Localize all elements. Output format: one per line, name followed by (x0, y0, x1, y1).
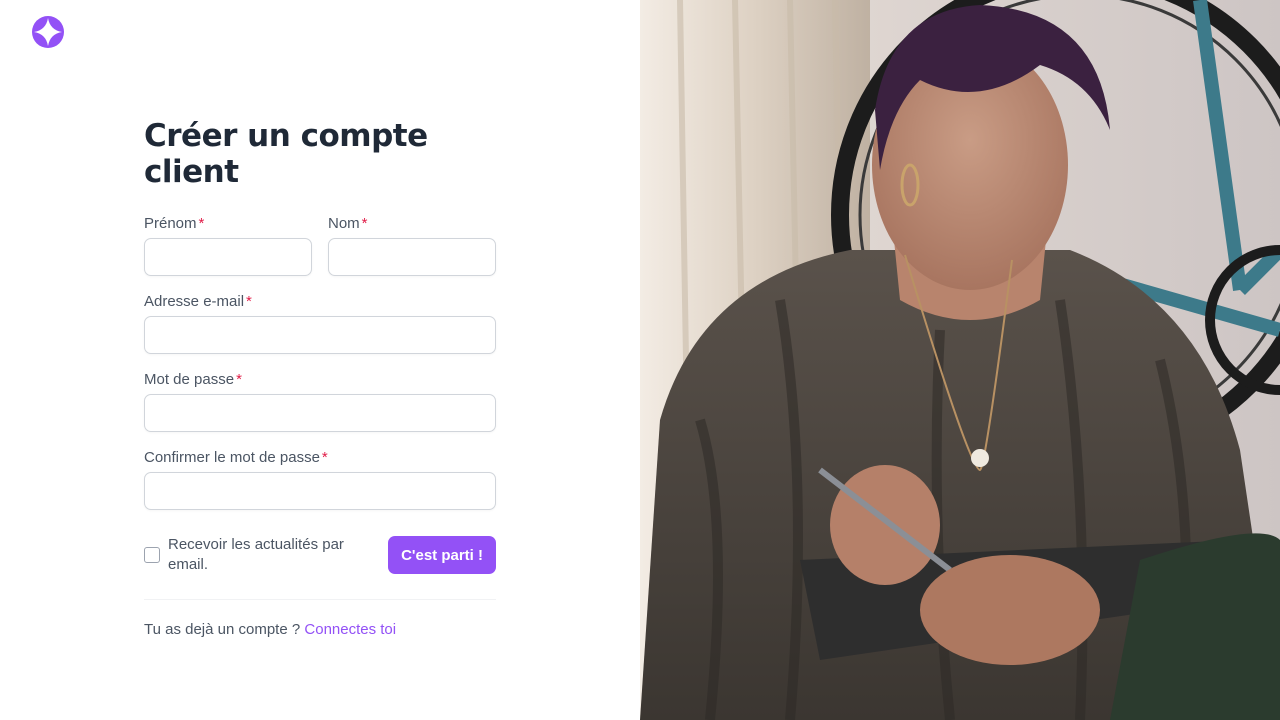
password-label: Mot de passe * (144, 371, 242, 388)
password-confirm-field: Confirmer le mot de passe * (144, 448, 496, 510)
first-name-field: Prénom * (144, 214, 312, 276)
password-confirm-input[interactable] (144, 472, 496, 510)
email-label: Adresse e-mail * (144, 293, 252, 310)
required-mark: * (198, 215, 205, 232)
password-field: Mot de passe * (144, 370, 496, 432)
login-prompt-text: Tu as dejà un compte ? (144, 621, 301, 638)
divider (144, 599, 496, 600)
last-name-input[interactable] (328, 238, 496, 276)
required-mark: * (321, 449, 328, 466)
hero-illustration (640, 0, 1280, 720)
hero-photo (640, 0, 1280, 720)
page-title: Créer un compte client (144, 118, 428, 190)
signup-form: Créer un compte client Prénom * Nom * Adre… (144, 118, 496, 640)
newsletter-label: Recevoir les actualités par email. (168, 536, 344, 573)
name-row: Prénom * Nom * (144, 214, 496, 276)
newsletter-checkbox[interactable] (144, 547, 160, 563)
required-mark: * (246, 293, 252, 310)
four-point-star-logo-icon[interactable] (32, 16, 64, 48)
required-mark: * (236, 371, 242, 388)
login-prompt: Tu as dejà un compte ? Connectes toi (144, 620, 496, 640)
email-field: Adresse e-mail * (144, 292, 496, 354)
password-input[interactable] (144, 394, 496, 432)
required-mark: * (361, 215, 368, 232)
login-link[interactable]: Connectes toi (304, 621, 396, 638)
signup-page: Créer un compte client Prénom * Nom * Adre… (0, 0, 1280, 720)
last-name-label: Nom * (328, 215, 368, 232)
newsletter-option: Recevoir les actualités par email. (144, 535, 358, 575)
form-panel: Créer un compte client Prénom * Nom * Adre… (0, 0, 640, 720)
submit-button[interactable]: C'est parti ! (388, 536, 496, 574)
submit-row: Recevoir les actualités par email. C'est… (144, 535, 496, 575)
first-name-label: Prénom * (144, 215, 205, 232)
password-confirm-label: Confirmer le mot de passe * (144, 449, 328, 466)
first-name-input[interactable] (144, 238, 312, 276)
email-input[interactable] (144, 316, 496, 354)
last-name-field: Nom * (328, 214, 496, 276)
